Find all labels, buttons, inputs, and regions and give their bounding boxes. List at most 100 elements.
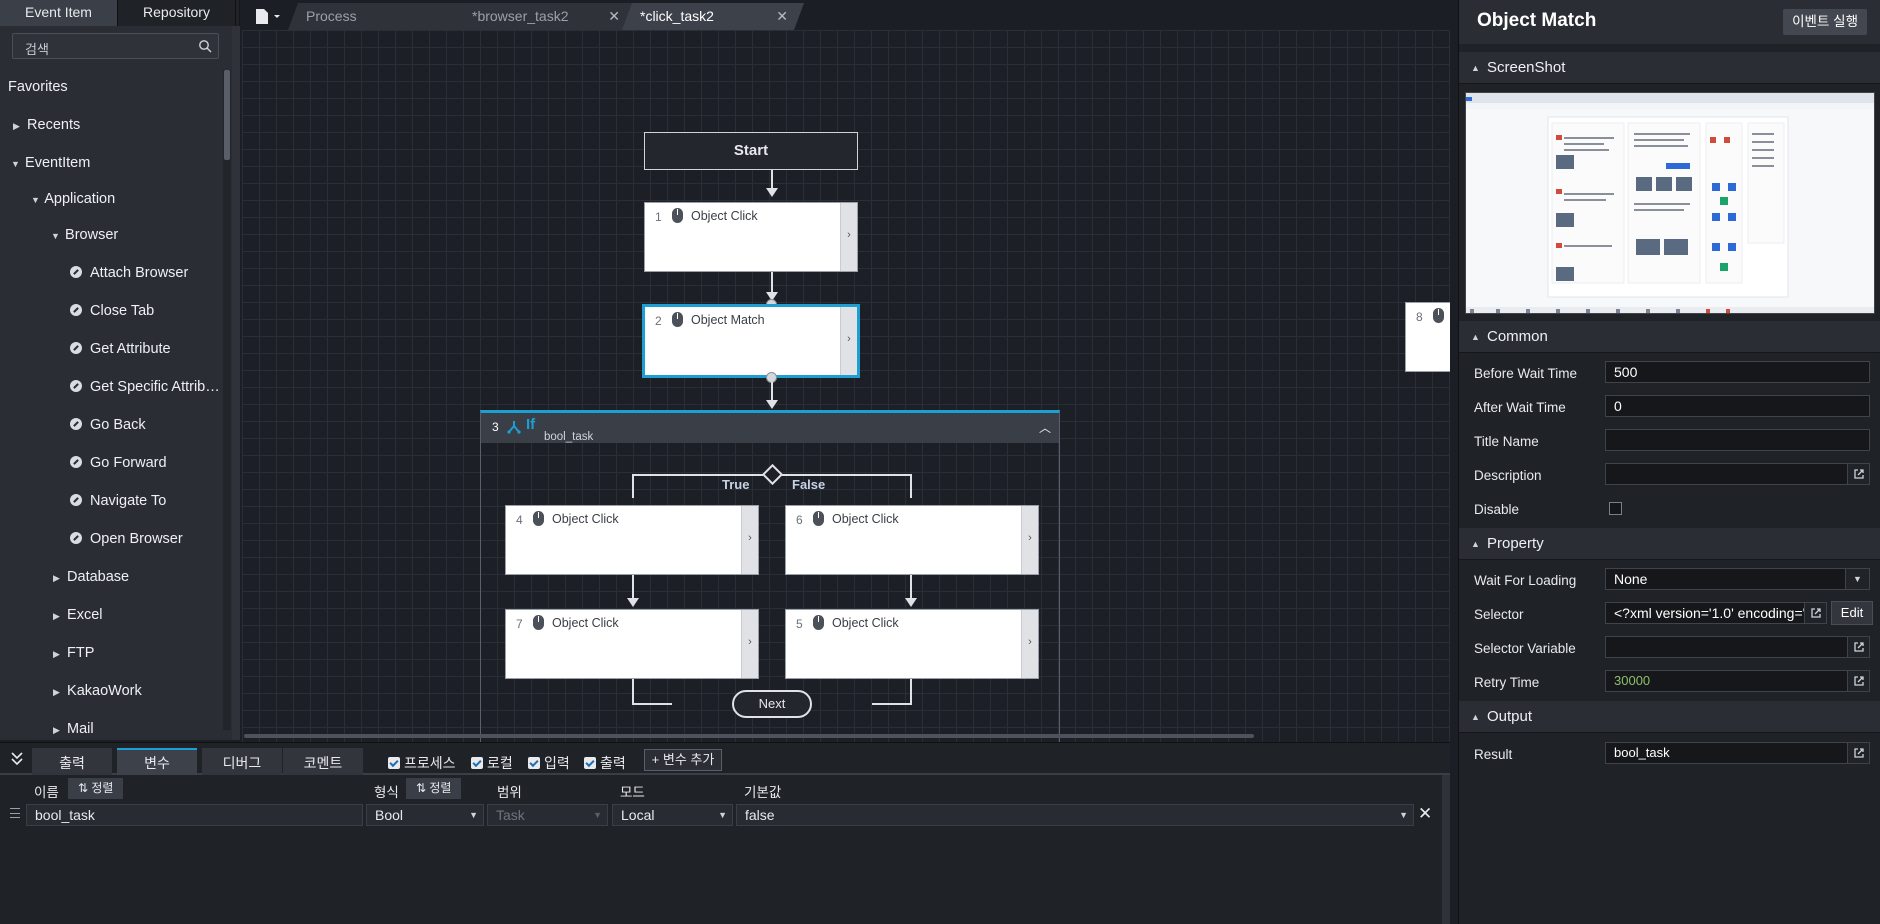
if-header[interactable]: 3 If bool_task ︿ [481,413,1059,443]
section-common[interactable]: ▲ Common [1459,321,1880,353]
after-wait-time-input[interactable]: 0 [1605,395,1870,417]
filter-output-checkbox[interactable]: 출력 [584,753,626,773]
node-object-click-4[interactable]: 4 Object Click › [505,505,759,575]
tab-click-task2[interactable]: *click_task2 ✕ [622,3,804,30]
node-object-click-1[interactable]: 1 Object Click › [644,202,858,272]
checkbox-checked-icon[interactable] [584,757,596,769]
tree-application[interactable]: ▼ Application [31,184,115,214]
tree-item-go-back[interactable]: Go Back [70,410,146,440]
add-variable-button[interactable]: + 변수 추가 [644,749,722,771]
caret-up-icon[interactable]: ▲ [1471,712,1480,722]
filter-process-checkbox[interactable]: 프로세스 [388,753,456,773]
tree-eventitem[interactable]: ▼ EventItem [11,148,90,178]
workflow-canvas[interactable]: Start 1 Object Click › 2 Object Match › … [242,30,1450,742]
panel-splitter[interactable] [232,26,240,740]
wait-for-loading-select[interactable]: None ▼ [1605,568,1870,590]
caret-down-icon[interactable]: ▼ [51,221,61,251]
dropdown-arrow-icon[interactable]: ▼ [469,805,478,825]
open-editor-button[interactable] [1847,743,1869,763]
tree-ftp[interactable]: ▶ FTP [53,638,94,668]
tab-event-item[interactable]: Event Item [0,0,118,26]
title-name-input[interactable] [1605,429,1870,451]
open-editor-button[interactable] [1847,637,1869,657]
caret-up-icon[interactable]: ▲ [1471,63,1480,73]
variable-default-select[interactable]: false ▼ [736,804,1414,826]
close-icon[interactable]: ✕ [776,3,788,30]
filter-input-checkbox[interactable]: 입력 [528,753,570,773]
caret-down-icon[interactable]: ▼ [11,149,21,179]
retry-time-input[interactable]: 30000 [1605,670,1870,692]
node-expand-button[interactable]: › [840,203,857,271]
caret-right-icon[interactable]: ▶ [53,715,63,740]
node-object-click-5[interactable]: 5 Object Click › [785,609,1039,679]
table-row[interactable]: bool_task Bool ▼ Task ▼ Local ▼ false ▼ ✕ [0,803,1450,827]
tab-comment[interactable]: 코멘트 [283,748,363,775]
node-object-match-2[interactable]: 2 Object Match › [642,304,860,378]
checkbox-checked-icon[interactable] [528,757,540,769]
tree-favorites[interactable]: Favorites [8,72,68,102]
node-expand-button[interactable]: › [840,307,857,375]
next-node[interactable]: Next [732,690,812,718]
tree-scrollbar[interactable] [223,70,231,730]
run-event-button[interactable]: 이벤트 실행 [1783,9,1867,35]
tree-database[interactable]: ▶ Database [53,562,129,592]
tree-item-attach-browser[interactable]: Attach Browser [70,258,188,288]
tree-recents[interactable]: ▶ Recents [13,110,80,140]
section-property[interactable]: ▲ Property [1459,528,1880,560]
node-expand-button[interactable]: › [1021,610,1038,678]
variable-name-field[interactable]: bool_task [26,804,363,826]
selector-input[interactable]: <?xml version='1.0' encoding=' [1605,602,1827,624]
collapse-icon[interactable]: ︿ [1039,419,1051,436]
scrollbar-thumb[interactable] [224,70,230,160]
caret-right-icon[interactable]: ▶ [53,601,63,631]
delete-variable-icon[interactable]: ✕ [1418,805,1432,823]
node-expand-button[interactable]: › [741,610,758,678]
dropdown-arrow-icon[interactable]: ▼ [1399,805,1408,825]
drag-handle-icon[interactable] [10,808,20,818]
filter-local-checkbox[interactable]: 로컬 [471,753,513,773]
search-icon[interactable] [198,39,212,53]
caret-down-icon[interactable]: ▼ [31,185,41,215]
start-node[interactable]: Start [644,132,858,170]
node-object-click-7[interactable]: 7 Object Click › [505,609,759,679]
tree-item-get-specific-attribute[interactable]: Get Specific Attrib… [70,372,220,402]
result-input[interactable]: bool_task [1605,742,1870,764]
caret-right-icon[interactable]: ▶ [53,639,63,669]
collapse-panel-icon[interactable] [10,750,24,766]
sort-type-button[interactable]: ⇅ 정렬 [406,778,462,799]
tab-output[interactable]: 출력 [32,748,112,775]
tab-variables[interactable]: 변수 [117,748,197,775]
search-input[interactable]: 검색 [12,33,219,59]
caret-right-icon[interactable]: ▶ [13,111,23,141]
tab-browser-task2[interactable]: *browser_task2 ✕ [454,3,636,30]
disable-checkbox[interactable] [1609,502,1622,515]
section-screenshot[interactable]: ▲ ScreenShot [1459,52,1880,84]
tree-item-close-tab[interactable]: Close Tab [70,296,154,326]
selector-variable-input[interactable] [1605,636,1870,658]
checkbox-checked-icon[interactable] [471,757,483,769]
variable-mode-select[interactable]: Local ▼ [612,804,733,826]
node-object-click-6[interactable]: 6 Object Click › [785,505,1039,575]
dropdown-arrow-icon[interactable]: ▼ [1845,569,1869,589]
node-8[interactable]: 8 [1405,302,1450,372]
panel-splitter[interactable] [1442,775,1450,924]
dropdown-arrow-icon[interactable]: ▼ [718,805,727,825]
tree-item-go-forward[interactable]: Go Forward [70,448,167,478]
node-expand-button[interactable]: › [741,506,758,574]
tree-kakaowork[interactable]: ▶ KakaoWork [53,676,142,706]
node-expand-button[interactable]: › [1021,506,1038,574]
before-wait-time-input[interactable]: 500 [1605,361,1870,383]
section-output[interactable]: ▲ Output [1459,701,1880,733]
close-icon[interactable]: ✕ [608,3,620,30]
screenshot-preview[interactable] [1465,92,1875,314]
caret-right-icon[interactable]: ▶ [53,677,63,707]
caret-up-icon[interactable]: ▲ [1471,332,1480,342]
caret-right-icon[interactable]: ▶ [53,563,63,593]
caret-up-icon[interactable]: ▲ [1471,539,1480,549]
tree-item-get-attribute[interactable]: Get Attribute [70,334,171,364]
tree-excel[interactable]: ▶ Excel [53,600,103,630]
variable-type-select[interactable]: Bool ▼ [366,804,484,826]
edit-selector-button[interactable]: Edit [1831,601,1873,625]
file-menu-icon[interactable] [252,6,284,26]
open-editor-button[interactable] [1847,671,1869,691]
